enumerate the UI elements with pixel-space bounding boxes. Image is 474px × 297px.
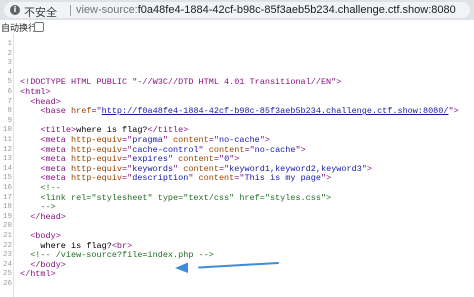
source-line: 26 <box>0 278 474 291</box>
info-circle-icon[interactable]: i <box>10 5 20 15</box>
security-label[interactable]: 不安全 <box>24 4 57 20</box>
url-host: f0a48fe4-1884-42cf-b98c-85f3aeb5b234.cha… <box>137 4 456 16</box>
source-view: 1 2 3 4 5 <!DOCTYPE HTML PUBLIC "-//W3C//DTD … <box>0 34 474 297</box>
line-wrap-control: 自动换行 <box>0 21 474 34</box>
url-text[interactable]: view-source:f0a48fe4-1884-42cf-b98c-85f3… <box>76 4 456 16</box>
address-bar: i 不安全 view-source:f0a48fe4-1884-42cf-b98… <box>0 0 474 20</box>
address-pill[interactable]: i 不安全 view-source:f0a48fe4-1884-42cf-b98… <box>4 2 470 20</box>
line-number: 26 <box>2 280 12 288</box>
line-wrap-checkbox[interactable] <box>34 22 44 32</box>
url-scheme: view-source: <box>76 4 138 16</box>
address-separator <box>70 5 71 16</box>
line-wrap-label: 自动换行 <box>1 23 38 33</box>
